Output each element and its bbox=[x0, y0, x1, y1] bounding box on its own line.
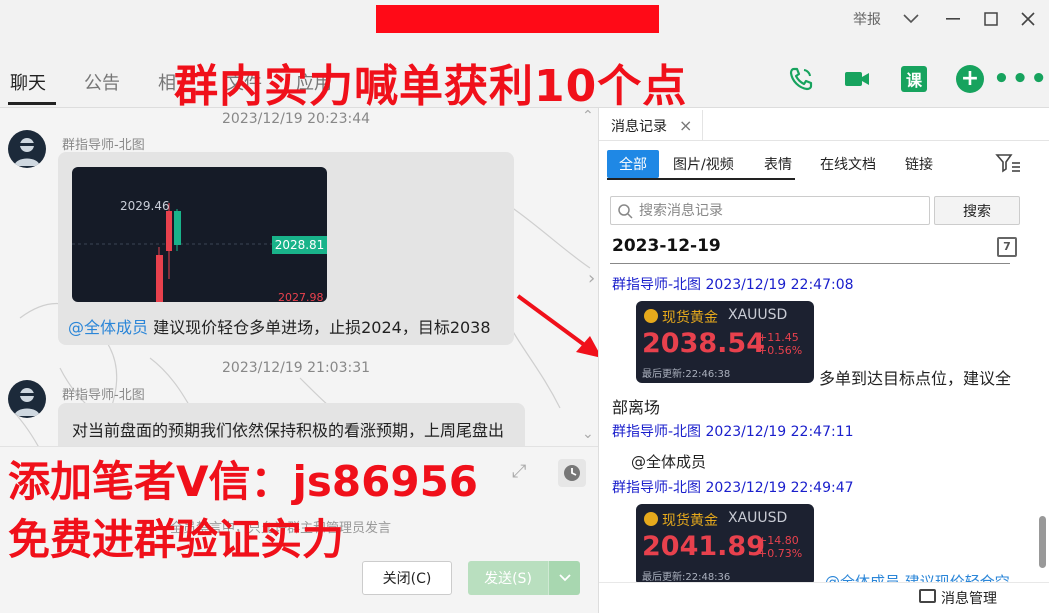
message-manager-button[interactable]: 消息管理 bbox=[941, 588, 997, 608]
quote-updated: 最后更新:22:48:36 bbox=[642, 572, 731, 583]
close-icon[interactable]: × bbox=[679, 116, 692, 135]
chart-low-label: 2027.98 bbox=[278, 291, 324, 302]
chat-messages: ⌃ › ⌄ 2023/12/19 20:23:44 群指导师-北图 2029.4… bbox=[0, 108, 598, 446]
quote-price: 2038.54 bbox=[642, 328, 765, 359]
quote-title: 现货黄金 bbox=[662, 310, 718, 326]
chart-high-label: 2029.46 bbox=[120, 199, 170, 213]
calendar-icon[interactable]: 7 bbox=[997, 237, 1017, 257]
quote-change-percent: +0.73% bbox=[758, 547, 803, 560]
record-header: 群指导师-北图 2023/12/19 22:47:08 bbox=[612, 277, 854, 293]
search-button[interactable]: 搜索 bbox=[934, 196, 1020, 225]
avatar[interactable] bbox=[8, 130, 46, 168]
maximize-icon[interactable] bbox=[980, 8, 1002, 30]
message-history-panel: 消息记录 × 全部 图片/视频 表情 在线文档 链接 搜索 2023-12-19… bbox=[598, 108, 1049, 613]
quote-change: +14.80 bbox=[758, 534, 799, 547]
title-bar: 举报 bbox=[0, 0, 1049, 40]
send-button[interactable]: 发送(S) bbox=[468, 561, 548, 595]
expand-icon[interactable]: ⤢ bbox=[512, 461, 526, 482]
message-bubble[interactable]: 2029.46 2028.81 2027.98 @全体成员 建议现价轻仓多单进场… bbox=[58, 152, 514, 345]
search-icon bbox=[618, 204, 633, 219]
avatar[interactable] bbox=[8, 380, 46, 418]
quote-change: +11.45 bbox=[758, 331, 799, 344]
filter-underline bbox=[607, 178, 795, 180]
red-arrow-annotation bbox=[516, 294, 602, 358]
send-options-chevron-icon[interactable] bbox=[548, 561, 580, 595]
minimize-icon[interactable] bbox=[942, 8, 964, 30]
quote-updated: 最后更新:22:46:38 bbox=[642, 369, 731, 380]
sender-name: 群指导师-北图 bbox=[62, 388, 145, 403]
record-header: 群指导师-北图 2023/12/19 22:47:11 bbox=[612, 424, 854, 440]
tab-divider bbox=[702, 110, 703, 140]
scrollbar[interactable] bbox=[1039, 516, 1046, 568]
quote-symbol: XAUUSD bbox=[728, 307, 788, 323]
add-icon[interactable]: + bbox=[956, 65, 984, 93]
tab-divider-line bbox=[599, 140, 1049, 141]
date-divider bbox=[610, 263, 1010, 264]
chart-price-tag: 2028.81 bbox=[272, 236, 327, 254]
input-area: ⤢ 全员禁言中，只允许群主和管理员发言 添加笔者V信：js86956 免费进群验… bbox=[0, 446, 598, 613]
gold-quote-card[interactable]: 现货黄金 XAUUSD 2041.89 +14.80 +0.73% 最后更新:2… bbox=[636, 504, 814, 586]
gold-quote-card[interactable]: 现货黄金 XAUUSD 2038.54 +11.45 +0.56% 最后更新:2… bbox=[636, 301, 814, 383]
video-call-icon[interactable] bbox=[842, 64, 872, 94]
quote-change-percent: +0.56% bbox=[758, 344, 803, 357]
course-icon[interactable]: 课 bbox=[901, 66, 927, 92]
scroll-up-chevron-icon[interactable]: ⌃ bbox=[582, 108, 594, 124]
filter-all[interactable]: 全部 bbox=[607, 150, 659, 178]
gold-coin-icon bbox=[644, 309, 658, 323]
search-field[interactable] bbox=[610, 196, 930, 225]
chat-window: 举报 聊天 公告 相 文件 应用 ⌄ 群内实力喊单获利10个点 课 + ••• bbox=[0, 0, 1049, 613]
filter-icon[interactable] bbox=[995, 152, 1021, 174]
message-bubble[interactable]: 对当前盘面的预期我们依然保持积极的看涨预期，上周尾盘出 bbox=[58, 403, 525, 446]
chevron-down-icon[interactable] bbox=[900, 8, 922, 30]
message-text: @全体成员 建议现价轻仓多单进场，止损2024，目标2038 bbox=[68, 314, 491, 338]
message-text: 对当前盘面的预期我们依然保持积极的看涨预期，上周尾盘出 bbox=[72, 421, 505, 440]
filter-images-videos[interactable]: 图片/视频 bbox=[673, 154, 734, 174]
mention-all[interactable]: @全体成员 bbox=[68, 318, 148, 337]
quote-symbol: XAUUSD bbox=[728, 510, 788, 526]
tab-chat-underline bbox=[8, 102, 56, 105]
record-text: 部离场 bbox=[612, 398, 661, 417]
promo-contact-overlay: 添加笔者V信：js86956 免费进群验证实力 bbox=[8, 453, 478, 569]
sender-name: 群指导师-北图 bbox=[62, 138, 145, 153]
tab-announcement[interactable]: 公告 bbox=[84, 69, 120, 95]
more-icon[interactable]: ••• bbox=[993, 64, 1047, 94]
timestamp: 2023/12/19 21:03:31 bbox=[222, 360, 371, 376]
mention-all[interactable]: @全体成员 bbox=[631, 451, 706, 472]
gold-coin-icon bbox=[644, 512, 658, 526]
clock-icon[interactable] bbox=[558, 459, 586, 487]
quote-price: 2041.89 bbox=[642, 531, 765, 562]
message-manager-icon[interactable] bbox=[919, 589, 936, 603]
filter-links[interactable]: 链接 bbox=[905, 154, 933, 174]
date-heading: 2023-12-19 bbox=[612, 236, 721, 256]
search-input[interactable] bbox=[639, 201, 919, 221]
timestamp: 2023/12/19 20:23:44 bbox=[222, 111, 371, 127]
redacted-title bbox=[376, 5, 659, 33]
scroll-down-chevron-icon[interactable]: ⌄ bbox=[582, 426, 594, 442]
filter-online-docs[interactable]: 在线文档 bbox=[820, 154, 876, 174]
record-text: 多单到达目标点位，建议全 bbox=[819, 369, 1012, 388]
tab-message-history[interactable]: 消息记录 bbox=[611, 116, 667, 136]
message-body: 建议现价轻仓多单进场，止损2024，目标2038 bbox=[148, 318, 491, 337]
filter-stickers[interactable]: 表情 bbox=[764, 154, 792, 174]
record-header: 群指导师-北图 2023/12/19 22:49:47 bbox=[612, 480, 854, 496]
close-icon[interactable] bbox=[1017, 8, 1039, 30]
phone-icon[interactable] bbox=[786, 64, 816, 94]
promo-title-overlay: 群内实力喊单获利10个点 bbox=[174, 61, 688, 112]
price-chart-image[interactable]: 2029.46 2028.81 2027.98 bbox=[72, 167, 327, 302]
promo-contact-line: 添加笔者V信：js86956 bbox=[8, 457, 479, 506]
scroll-right-chevron-icon[interactable]: › bbox=[588, 268, 595, 289]
quote-title: 现货黄金 bbox=[662, 513, 718, 529]
tab-bar: 聊天 公告 相 文件 应用 ⌄ 群内实力喊单获利10个点 课 + ••• bbox=[0, 40, 1049, 112]
close-button[interactable]: 关闭(C) bbox=[362, 561, 452, 595]
report-button[interactable]: 举报 bbox=[853, 9, 881, 29]
tab-chat[interactable]: 聊天 bbox=[10, 69, 46, 95]
